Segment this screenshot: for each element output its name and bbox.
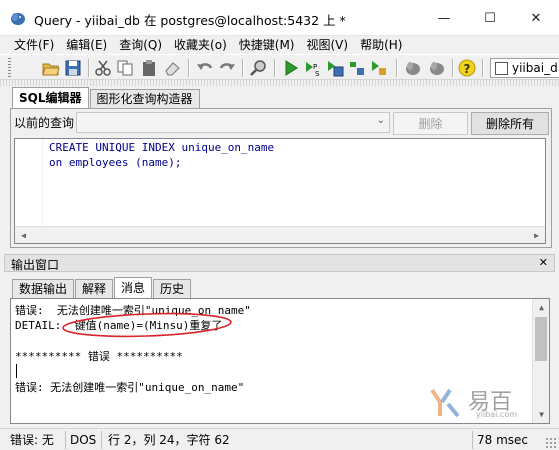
save-icon[interactable] [64,59,82,77]
menu-bar: 文件(F) 编辑(E) 查询(Q) 收藏夹(o) 快捷键(M) 视图(V) 帮助… [0,36,559,54]
explain-icon[interactable] [348,59,366,77]
toolbar-separator [274,59,276,77]
watermark-logo-mark [430,388,460,418]
message-line-6: 错误: 无法创建唯一索引"unique_on_name" [15,381,245,394]
tab-history[interactable]: 历史 [153,279,192,298]
delete-all-button[interactable]: 删除所有 [471,112,549,135]
output-window-title: 输出窗口 [11,258,60,272]
status-line-ending: DOS [66,431,102,449]
scroll-left-icon[interactable]: ◀ [15,227,32,244]
tab-graphical-query-builder[interactable]: 图形化查询构造器 [89,89,200,108]
resize-grip-icon[interactable] [545,437,557,449]
chevron-down-icon: ⌄ [376,115,385,126]
toolbar-separator [452,59,454,77]
sql-line-2: on employees (name); [49,156,182,169]
scroll-up-icon[interactable]: ▲ [533,299,550,316]
history-combobox[interactable]: ⌄ [76,112,390,133]
toolbar-separator [88,59,90,77]
query-editor-panel: SQL编辑器 图形化查询构造器 以前的查询 ⌄ 删除 删除所有 CREATE U… [0,80,559,250]
highlight-ellipse [62,312,232,338]
find-icon[interactable] [250,59,268,77]
menu-file[interactable]: 文件(F) [0,36,60,54]
tab-sql-editor[interactable]: SQL编辑器 [12,87,89,108]
menu-view[interactable]: 视图(V) [300,36,354,54]
output-window: 输出窗口 ✕ 数据输出 解释 消息 历史 错误: 无法创建唯一索引"unique… [0,254,559,428]
toolbar-separator [188,59,190,77]
svg-text:S: S [315,70,320,77]
scrollbar-thumb[interactable] [535,317,547,361]
menu-macros[interactable]: 快捷键(M) [233,36,301,54]
database-selector[interactable]: yiibai_d [490,58,559,78]
toolbar: PS ? yiibai_d [0,54,559,80]
undo-icon[interactable] [196,59,214,77]
editor-gutter [15,139,43,227]
history-label: 以前的查询 [14,116,75,130]
output-window-header: 输出窗口 ✕ [4,254,555,272]
tab-explain[interactable]: 解释 [75,279,114,298]
toolbar-separator [242,59,244,77]
open-folder-icon[interactable] [42,59,60,77]
status-bar: 错误: 无 DOS 行 2，列 24，字符 62 78 msec [0,428,559,450]
sql-line-1: CREATE UNIQUE INDEX unique_on_name [49,141,275,154]
copy-icon[interactable] [116,59,134,77]
clear-eraser-icon[interactable] [164,59,182,77]
text-cursor [16,364,17,378]
watermark-url: yiibai.com [476,410,518,419]
svg-text:?: ? [464,62,471,76]
window-title: Query - yiibai_db 在 postgres@localhost:5… [34,13,346,28]
help-icon[interactable]: ? [458,59,476,77]
toolbar-grip[interactable] [8,58,11,78]
maximize-icon: ☐ [484,10,496,26]
minimize-icon: — [437,10,451,26]
paste-icon[interactable] [140,59,158,77]
explain-analyze-icon[interactable] [370,59,388,77]
toolbar-separator [482,59,484,77]
watermark-logo: 易百 yiibai.com [428,386,546,420]
output-close-icon[interactable]: ✕ [539,256,548,269]
scroll-right-icon[interactable]: ▶ [528,227,545,244]
menu-favourites[interactable]: 收藏夹(o) [168,36,233,54]
editor-tabs: SQL编辑器 图形化查询构造器 [12,87,201,108]
menu-help[interactable]: 帮助(H) [354,36,408,54]
execute-pgscript-icon[interactable]: PS [304,59,322,77]
database-selector-value: yiibai_d [512,61,558,75]
tab-messages[interactable]: 消息 [114,277,153,298]
database-checkbox-icon [495,61,508,75]
execute-play-icon[interactable] [282,59,300,77]
menu-edit[interactable]: 编辑(E) [60,36,113,54]
maximize-button[interactable]: ☐ [467,0,513,36]
close-icon: ✕ [530,10,542,26]
execute-to-file-icon[interactable] [326,59,344,77]
output-tabs: 数据输出 解释 消息 历史 [12,277,192,298]
minimize-button[interactable]: — [421,0,467,36]
message-line-4: ********** 错误 ********** [15,350,183,363]
menu-query[interactable]: 查询(Q) [113,36,168,54]
delete-button[interactable]: 删除 [393,112,468,135]
cut-icon[interactable] [94,59,112,77]
editor-horizontal-scrollbar[interactable]: ◀ ▶ [15,226,545,243]
status-duration: 78 msec [472,431,542,449]
tab-data-output[interactable]: 数据输出 [12,279,75,298]
rollback-elephant-icon[interactable] [428,59,446,77]
status-cursor-position: 行 2，列 24，字符 62 [108,433,230,447]
commit-elephant-icon[interactable] [404,59,422,77]
redo-icon[interactable] [218,59,236,77]
status-error: 错误: 无 [6,431,66,449]
close-button[interactable]: ✕ [513,0,559,36]
panel-grip [0,80,559,86]
sql-editor[interactable]: CREATE UNIQUE INDEX unique_on_name on em… [14,138,546,244]
toolbar-separator [396,59,398,77]
title-bar: Query - yiibai_db 在 postgres@localhost:5… [0,0,559,36]
app-elephant-icon [11,13,25,25]
